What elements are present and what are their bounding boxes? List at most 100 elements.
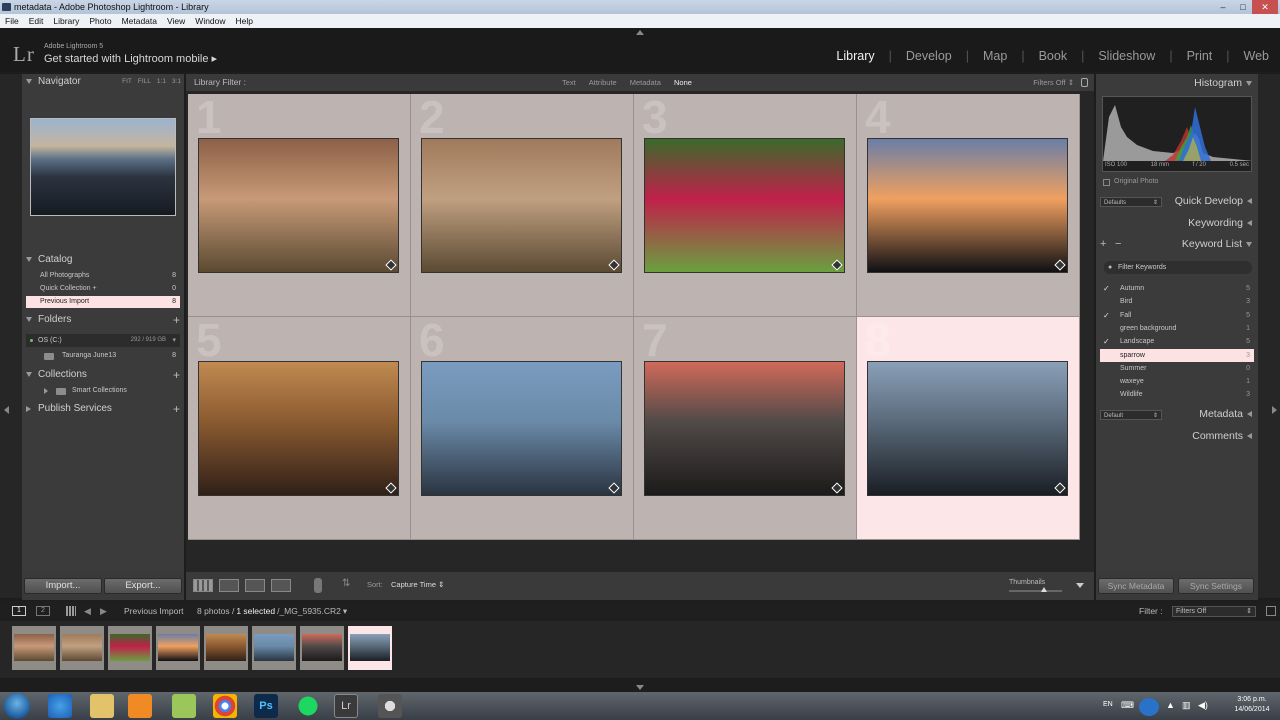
sort-dropdown[interactable]: Capture Time ⇕ [391, 580, 444, 589]
photo-thumbnail[interactable] [421, 138, 622, 273]
zoom-1-1[interactable]: 1:1 [157, 74, 166, 90]
zoom-3-1[interactable]: 3:1 [172, 74, 181, 90]
menu-photo[interactable]: Photo [89, 14, 111, 28]
keyword-row[interactable]: ✓ Landscape 5 [1100, 335, 1254, 348]
start-button[interactable] [4, 693, 30, 719]
lightroom-taskbar-icon[interactable]: Lr [334, 694, 358, 718]
quick-develop-preset-dropdown[interactable]: Defaults ⇕ [1100, 197, 1162, 207]
navigator-header[interactable]: Navigator FIT FILL 1:1 3:1 [22, 74, 184, 90]
back-arrow-icon[interactable]: ◀ [84, 601, 91, 621]
loupe-view-icon[interactable] [219, 579, 239, 592]
grid-cell[interactable]: 8 [857, 314, 1080, 540]
module-map[interactable]: Map [983, 49, 1007, 63]
metadata-preset-dropdown[interactable]: Default ⇕ [1100, 410, 1162, 420]
photo-thumbnail[interactable] [867, 138, 1068, 273]
sync-settings-button[interactable]: Sync Settings [1178, 578, 1254, 594]
develop-badge-icon[interactable] [1054, 259, 1066, 271]
filter-text[interactable]: Text [562, 74, 576, 91]
maximize-button[interactable]: □ [1234, 0, 1252, 14]
filmstrip-thumbnail[interactable] [348, 626, 392, 670]
clock[interactable]: 3:06 p.m. 14/06/2014 [1232, 695, 1272, 715]
photo-thumbnail[interactable] [198, 361, 399, 496]
develop-badge-icon[interactable] [831, 482, 843, 494]
publish-services-header[interactable]: Publish Services + [22, 401, 184, 417]
thumbnail-size-slider[interactable] [1009, 587, 1062, 592]
filter-metadata[interactable]: Metadata [630, 74, 661, 91]
forward-arrow-icon[interactable]: ▶ [100, 601, 107, 621]
develop-badge-icon[interactable] [385, 259, 397, 271]
keyword-check-icon[interactable]: ✓ [1103, 335, 1110, 348]
keyword-row[interactable]: green background 1 [1100, 322, 1254, 335]
add-keyword-icon[interactable]: + [1100, 238, 1106, 250]
help-icon[interactable] [1139, 698, 1159, 716]
filmstrip-thumbnail[interactable] [12, 626, 56, 670]
secondary-display-button[interactable]: 2 [36, 606, 50, 616]
collapse-bottom-arrow-icon[interactable] [636, 685, 644, 690]
grid-cell[interactable]: 4 [857, 91, 1080, 317]
photo-thumbnail[interactable] [644, 361, 845, 496]
catalog-item-quick-collection[interactable]: Quick Collection + 0 [26, 283, 180, 295]
lock-icon[interactable] [1081, 78, 1088, 87]
filmstrip-thumbnail[interactable] [60, 626, 104, 670]
photo-thumbnail[interactable] [198, 138, 399, 273]
keyword-row[interactable]: Wildlife 3 [1100, 388, 1254, 401]
toolbar-options-chevron-icon[interactable] [1076, 583, 1084, 588]
language-indicator[interactable]: EN [1103, 701, 1113, 708]
photo-thumbnail[interactable] [644, 138, 845, 273]
add-collection-icon[interactable]: + [173, 367, 180, 383]
media-player-icon[interactable] [128, 694, 152, 718]
module-web[interactable]: Web [1244, 49, 1269, 63]
quick-develop-header[interactable]: Quick Develop [1175, 195, 1252, 207]
mobile-promo-link[interactable]: Get started with Lightroom mobile ▸ [44, 52, 217, 65]
metadata-header[interactable]: Metadata [1199, 408, 1252, 420]
grid-cell[interactable]: 6 [411, 314, 634, 540]
module-library[interactable]: Library [836, 49, 874, 63]
comments-header[interactable]: Comments [1192, 430, 1252, 442]
sort-direction-icon[interactable]: ⇅ [342, 578, 350, 589]
keyword-row[interactable]: ✓ Autumn 5 [1100, 282, 1254, 295]
grid-mode-icon[interactable] [66, 606, 76, 616]
collapse-right-arrow-icon[interactable] [1272, 406, 1277, 414]
internet-explorer-icon[interactable] [48, 694, 72, 718]
add-folder-icon[interactable]: + [173, 312, 180, 328]
filter-lock-icon[interactable] [1266, 606, 1276, 616]
grid-view-icon[interactable] [193, 579, 213, 592]
zoom-fit[interactable]: FIT [122, 74, 132, 90]
menu-library[interactable]: Library [53, 14, 79, 28]
smart-collections-row[interactable]: Smart Collections [26, 385, 180, 397]
keyword-row[interactable]: ✓ Fall 5 [1100, 309, 1254, 322]
module-book[interactable]: Book [1039, 49, 1068, 63]
slider-handle-icon[interactable] [1041, 587, 1047, 592]
minimize-button[interactable]: – [1214, 0, 1232, 14]
collections-header[interactable]: Collections + [22, 367, 184, 383]
filmstrip-thumbnail[interactable] [108, 626, 152, 670]
keyword-row[interactable]: Summer 0 [1100, 362, 1254, 375]
camera-app-icon[interactable] [378, 694, 402, 718]
file-dropdown-chevron-icon[interactable]: ▾ [343, 601, 347, 621]
develop-badge-icon[interactable] [608, 259, 620, 271]
filmstrip-thumbnail[interactable] [156, 626, 200, 670]
photo-thumbnail[interactable] [421, 361, 622, 496]
notepad-icon[interactable] [172, 694, 196, 718]
tray-expand-icon[interactable]: ▲ [1166, 700, 1175, 710]
grid-cell[interactable]: 2 [411, 91, 634, 317]
keyboard-icon[interactable]: ⌨ [1121, 700, 1134, 711]
keyword-row[interactable]: sparrow 3 [1100, 348, 1254, 362]
module-print[interactable]: Print [1187, 49, 1213, 63]
keyword-list-header[interactable]: Keyword List [1182, 238, 1252, 250]
develop-badge-icon[interactable] [831, 259, 843, 271]
file-explorer-icon[interactable] [90, 694, 114, 718]
sync-metadata-button[interactable]: Sync Metadata [1098, 578, 1174, 594]
filmstrip-thumbnail[interactable] [252, 626, 296, 670]
grid-cell[interactable]: 5 [188, 314, 411, 540]
drive-row[interactable]: OS (C:) 292 / 919 GB ▾ [26, 334, 180, 347]
zoom-fill[interactable]: FILL [138, 74, 151, 90]
spotify-icon[interactable] [296, 694, 320, 718]
menu-help[interactable]: Help [236, 14, 253, 28]
menu-file[interactable]: File [5, 14, 19, 28]
histogram-header[interactable]: Histogram [1194, 77, 1252, 89]
catalog-item-previous-import[interactable]: Previous Import 8 [26, 296, 180, 308]
photoshop-icon[interactable]: Ps [254, 694, 278, 718]
close-button[interactable]: ✕ [1252, 0, 1278, 14]
menu-view[interactable]: View [167, 14, 185, 28]
